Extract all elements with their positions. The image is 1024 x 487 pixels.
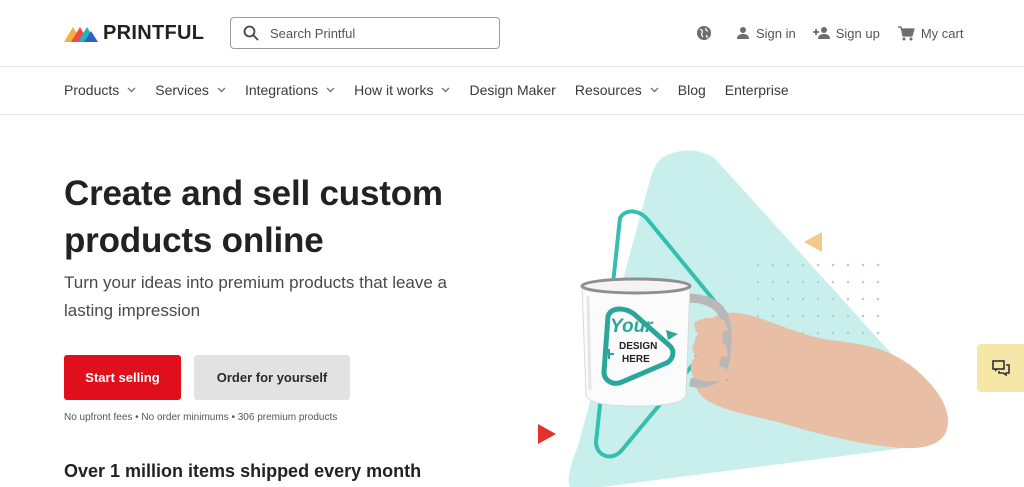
cart-label: My cart [920, 25, 964, 41]
chevron-down-icon [650, 87, 659, 93]
printful-logo-icon [64, 27, 98, 42]
chevron-down-icon [441, 87, 450, 93]
nav-item-label: Enterprise [724, 82, 789, 98]
site-header: PRINTFUL Sign in [0, 0, 1024, 67]
nav-item-products[interactable]: Products [64, 82, 136, 98]
mug-text-here: HERE [622, 354, 650, 365]
globe-icon [697, 26, 711, 40]
nav-item-label: Products [64, 82, 120, 98]
nav-item-label: Design Maker [469, 82, 556, 98]
chevron-down-icon [217, 87, 226, 93]
nav-item-integrations[interactable]: Integrations [245, 82, 335, 98]
search-input[interactable] [270, 25, 470, 41]
nav-item-label: How it works [354, 82, 434, 98]
nav-item-blog[interactable]: Blog [678, 82, 706, 98]
nav-item-enterprise[interactable]: Enterprise [725, 82, 789, 98]
start-selling-button[interactable]: Start selling [64, 355, 181, 400]
sign-in-label: Sign in [756, 25, 796, 41]
user-icon [737, 27, 749, 39]
search-box[interactable] [230, 17, 500, 49]
nav-list: Products Services Integrations How it wo… [64, 82, 808, 98]
hero-illustration: Your DESIGN HERE [538, 150, 949, 487]
main-nav: Products Services Integrations How it wo… [0, 67, 1024, 115]
sign-up-link[interactable]: Sign up [812, 26, 880, 41]
mug-text-your: Your [610, 316, 654, 337]
hero-fineprint: No upfront fees • No order minimums • 30… [64, 412, 338, 423]
nav-item-services[interactable]: Services [155, 82, 226, 98]
shipped-headline: Over 1 million items shipped every month [64, 461, 422, 481]
chevron-down-icon [326, 87, 335, 93]
mug-text-design: DESIGN [619, 341, 657, 352]
utility-links: Sign in Sign up My cart [696, 22, 963, 44]
cart-icon [897, 25, 915, 40]
chat-widget[interactable] [977, 344, 1024, 392]
sign-up-label: Sign up [835, 25, 880, 41]
nav-item-how-it-works[interactable]: How it works [354, 82, 450, 98]
search-icon [243, 25, 259, 41]
nav-item-label: Resources [574, 82, 642, 98]
printful-logo[interactable]: PRINTFUL [64, 22, 204, 44]
chat-icon [991, 360, 1010, 376]
nav-item-label: Integrations [244, 82, 319, 98]
orange-triangle-shape [804, 232, 822, 252]
nav-item-label: Blog [677, 82, 706, 98]
add-user-icon [812, 27, 830, 39]
logo-text: PRINTFUL [103, 22, 205, 44]
nav-item-resources[interactable]: Resources [575, 82, 659, 98]
nav-item-design-maker[interactable]: Design Maker [469, 82, 555, 98]
chevron-down-icon [127, 87, 136, 93]
hero-subtitle: Turn your ideas into premium products th… [64, 273, 448, 320]
hero-title: Create and sell custom products online [64, 174, 443, 260]
nav-item-label: Services [155, 82, 209, 98]
sign-in-link[interactable]: Sign in [736, 26, 796, 41]
red-triangle-shape [538, 424, 556, 444]
language-selector[interactable] [696, 25, 712, 41]
cart-link[interactable]: My cart [897, 25, 964, 41]
order-for-yourself-button[interactable]: Order for yourself [194, 355, 350, 400]
